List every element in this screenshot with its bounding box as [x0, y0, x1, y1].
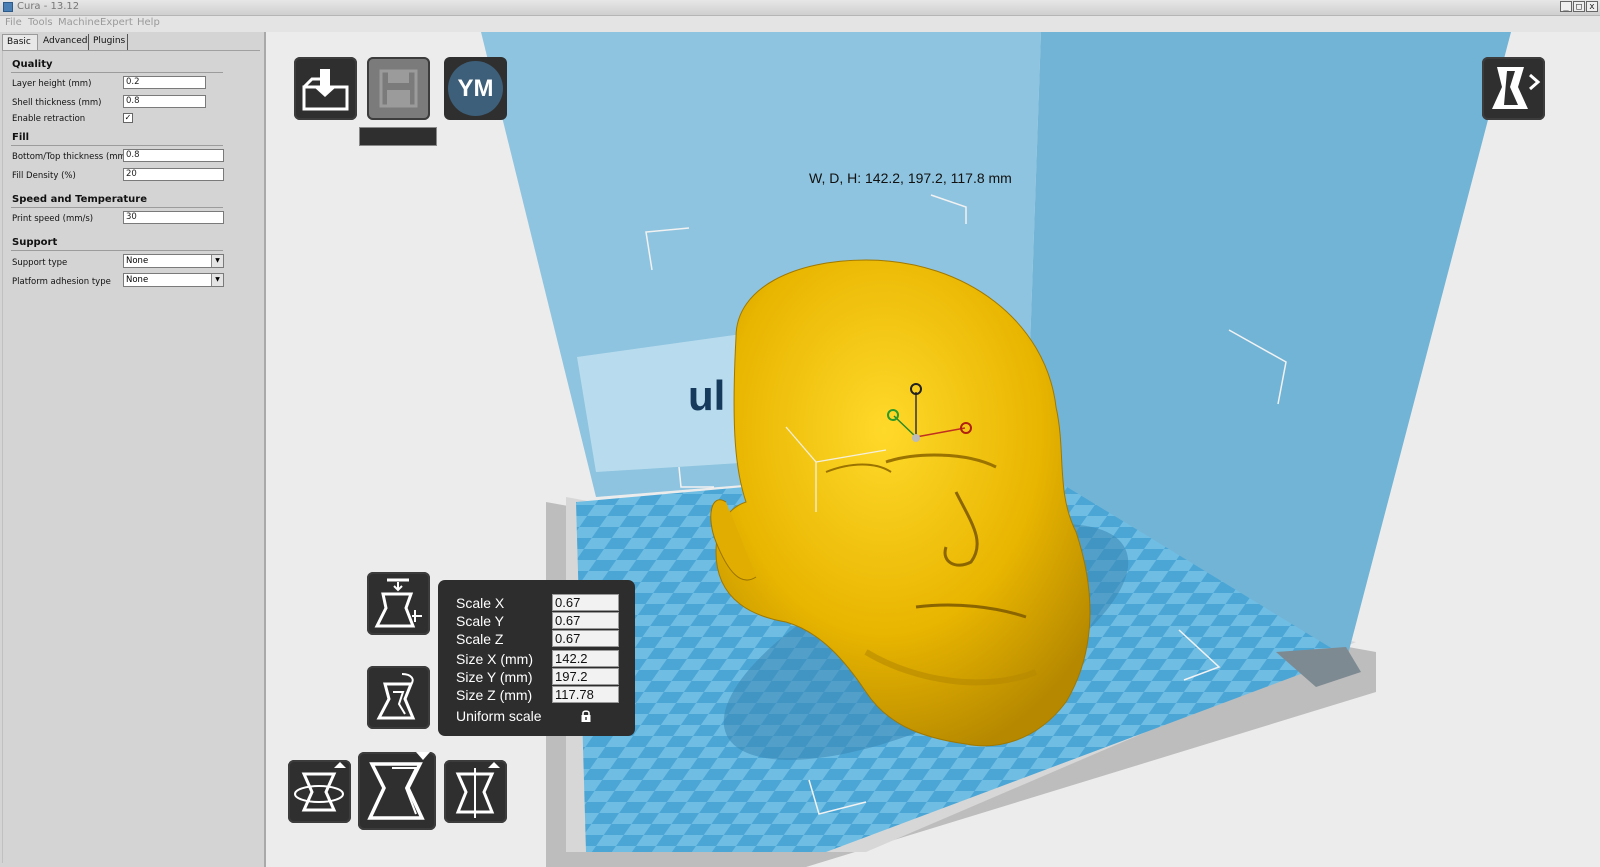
model-dimensions-label: W, D, H: 142.2, 197.2, 117.8 mm: [809, 170, 1012, 186]
lay-flat-button[interactable]: [367, 572, 430, 635]
title-bar: Cura - 13.12 _ □ x: [0, 0, 1600, 16]
section-divider: [11, 207, 223, 208]
mirror-tool-button[interactable]: [444, 760, 507, 823]
scale-z-input[interactable]: 0.67: [552, 630, 619, 647]
enable-retraction-checkbox[interactable]: ✓: [123, 113, 133, 123]
section-fill-title: Fill: [12, 132, 30, 143]
size-z-input[interactable]: 117.78: [552, 686, 619, 703]
save-gcode-button[interactable]: [367, 57, 430, 120]
section-quality-title: Quality: [12, 59, 53, 70]
close-button[interactable]: x: [1586, 1, 1598, 12]
fill-density-input[interactable]: 20: [123, 168, 224, 181]
scale-y-input[interactable]: 0.67: [552, 612, 619, 629]
shell-thickness-label: Shell thickness (mm): [12, 98, 102, 108]
load-folder-icon: [302, 69, 349, 111]
reset-button[interactable]: [367, 666, 430, 729]
scale-icon: [367, 752, 430, 820]
tab-plugins[interactable]: Plugins: [89, 34, 128, 50]
settings-sidebar: Basic Advanced Plugins Quality Layer hei…: [0, 32, 266, 867]
section-divider: [11, 145, 223, 146]
uniform-scale-label: Uniform scale: [456, 708, 542, 724]
tab-basic[interactable]: Basic: [2, 34, 38, 50]
section-divider: [11, 250, 223, 251]
size-x-input[interactable]: 142.2: [552, 650, 619, 667]
scale-tool-button[interactable]: [358, 752, 436, 830]
size-y-input[interactable]: 197.2: [552, 668, 619, 685]
save-disk-icon: [379, 69, 418, 108]
menu-machine[interactable]: Machine: [58, 17, 100, 28]
bottom-top-thickness-input[interactable]: 0.8: [123, 149, 224, 162]
size-x-label: Size X (mm): [456, 651, 533, 667]
scale-y-label: Scale Y: [456, 613, 504, 629]
shell-thickness-input[interactable]: 0.8: [123, 95, 206, 108]
youmagine-icon: YM: [448, 61, 503, 116]
menu-file[interactable]: File: [5, 17, 22, 28]
rotate-icon: [294, 762, 346, 812]
view-mode-button[interactable]: [1482, 57, 1545, 120]
menu-tools[interactable]: Tools: [28, 17, 53, 28]
section-speed-title: Speed and Temperature: [12, 194, 147, 205]
minimize-button[interactable]: _: [1560, 1, 1572, 12]
support-type-label: Support type: [12, 258, 68, 268]
scale-x-label: Scale X: [456, 595, 505, 611]
lay-flat-icon: [374, 578, 422, 628]
platform-adhesion-select[interactable]: None ▼: [123, 273, 224, 287]
scale-x-input[interactable]: 0.67: [552, 594, 619, 611]
menu-expert[interactable]: Expert: [100, 17, 133, 28]
reset-icon: [376, 673, 416, 720]
rotate-tool-button[interactable]: [288, 760, 351, 823]
lock-icon[interactable]: [579, 709, 593, 723]
menu-help[interactable]: Help: [137, 17, 160, 28]
3d-viewport[interactable]: ul YM W, D, H: 142.2, 197.2, 117.8 mm Sc…: [266, 32, 1600, 867]
load-model-button[interactable]: [294, 57, 357, 120]
tab-advanced[interactable]: Advanced: [39, 34, 89, 50]
platform-adhesion-label: Platform adhesion type: [12, 277, 111, 287]
bottom-top-thickness-label: Bottom/Top thickness (mm): [12, 152, 130, 162]
layer-height-input[interactable]: 0.2: [123, 76, 206, 89]
chevron-down-icon[interactable]: ▼: [211, 255, 223, 267]
section-divider: [11, 72, 223, 73]
logo-fragment: ul: [688, 372, 725, 419]
scale-z-label: Scale Z: [456, 631, 504, 647]
window-title: Cura - 13.12: [17, 1, 80, 12]
youmagine-button[interactable]: YM: [444, 57, 507, 120]
support-type-value: None: [126, 256, 149, 266]
view-mode-icon: [1492, 67, 1541, 109]
print-speed-label: Print speed (mm/s): [12, 214, 94, 224]
scale-panel: Scale X 0.67 Scale Y 0.67 Scale Z 0.67 S…: [438, 580, 635, 736]
menu-bar: File Tools Machine Expert Help: [0, 16, 1600, 32]
size-z-label: Size Z (mm): [456, 687, 533, 703]
print-speed-input[interactable]: 30: [123, 211, 224, 224]
maximize-button[interactable]: □: [1573, 1, 1585, 12]
size-y-label: Size Y (mm): [456, 669, 533, 685]
fill-density-label: Fill Density (%): [12, 171, 76, 181]
settings-tabs: Basic Advanced Plugins: [2, 34, 262, 50]
chevron-down-icon[interactable]: ▼: [211, 274, 223, 286]
platform-adhesion-value: None: [126, 275, 149, 285]
layer-height-label: Layer height (mm): [12, 79, 92, 89]
mirror-icon: [455, 762, 500, 818]
slice-progress-bar: [359, 127, 437, 146]
app-icon: [3, 2, 13, 12]
build-volume-scene: ul: [481, 32, 1511, 867]
enable-retraction-label: Enable retraction: [12, 114, 86, 124]
section-support-title: Support: [12, 237, 58, 248]
support-type-select[interactable]: None ▼: [123, 254, 224, 268]
